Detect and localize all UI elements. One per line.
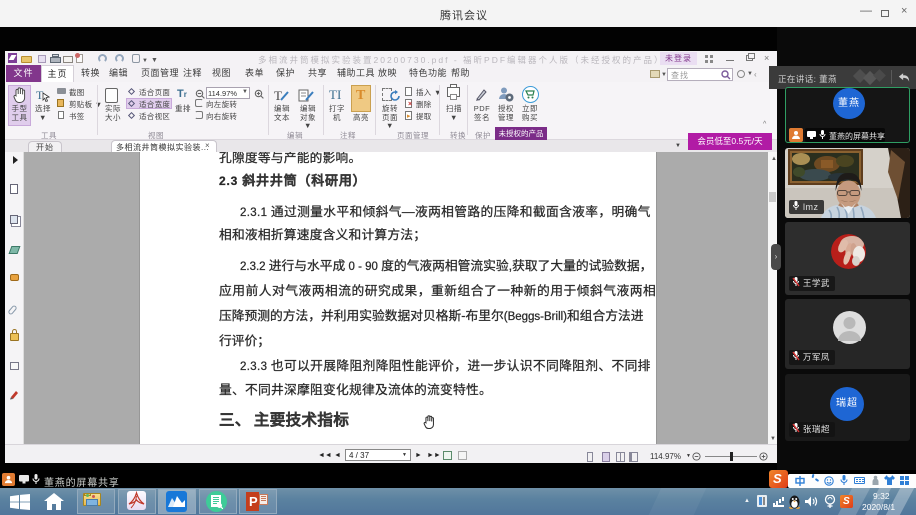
svg-text:T: T <box>274 88 282 103</box>
